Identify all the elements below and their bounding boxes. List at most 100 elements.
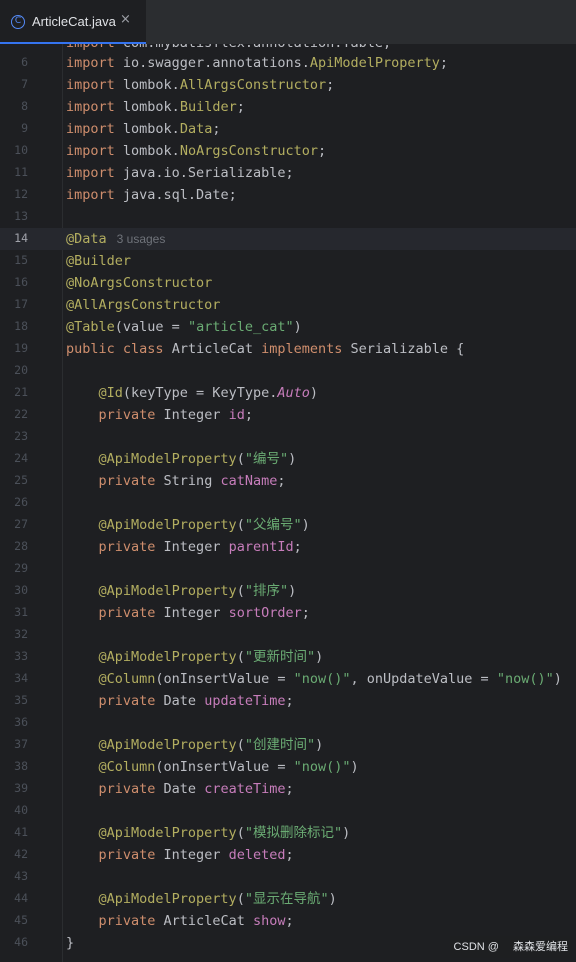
code-line[interactable]: 15 @Builder xyxy=(0,250,576,272)
code-line[interactable]: 12 import java.sql.Date; xyxy=(0,184,576,206)
code-text: @Column(onInsertValue = "now()", onUpdat… xyxy=(98,671,562,687)
line-number: 40 xyxy=(14,803,28,817)
code-line[interactable]: 34 @Column(onInsertValue = "now()", onUp… xyxy=(0,668,576,690)
code-line[interactable]: 31 private Integer sortOrder; xyxy=(0,602,576,624)
code-line[interactable]: 30 @ApiModelProperty("排序") xyxy=(0,580,576,602)
code-text: } xyxy=(66,935,75,951)
tab-articlecat-java[interactable]: C ArticleCat.java × xyxy=(0,0,146,44)
code-text: public class ArticleCat implements Seria… xyxy=(66,341,465,357)
code-line[interactable]: 26 xyxy=(0,492,576,514)
code-line[interactable]: 10 import lombok.NoArgsConstructor; xyxy=(0,140,576,162)
line-number: 12 xyxy=(14,187,28,201)
watermark: CSDN @ 森森爱编程 xyxy=(449,936,572,958)
class-icon: C xyxy=(11,15,25,29)
code-line[interactable]: 23 xyxy=(0,426,576,448)
code-line[interactable]: 27 @ApiModelProperty("父编号") xyxy=(0,514,576,536)
line-number: 27 xyxy=(14,517,28,531)
code-line[interactable]: 18 @Table(value = "article_cat") xyxy=(0,316,576,338)
code-editor[interactable]: import com.mybatisflex.annotation.Table;… xyxy=(0,44,576,962)
code-line[interactable]: 33 @ApiModelProperty("更新时间") xyxy=(0,646,576,668)
code-line[interactable]: 17 @AllArgsConstructor xyxy=(0,294,576,316)
line-number: 42 xyxy=(14,847,28,861)
line-number: 13 xyxy=(14,209,28,223)
line-number: 18 xyxy=(14,319,28,333)
line-number: 25 xyxy=(14,473,28,487)
code-text: @ApiModelProperty("排序") xyxy=(98,583,297,599)
code-text: @Data 3 usages xyxy=(66,231,166,247)
line-number: 44 xyxy=(14,891,28,905)
code-line[interactable]: 37 @ApiModelProperty("创建时间") xyxy=(0,734,576,756)
line-number: 21 xyxy=(14,385,28,399)
line-number: 10 xyxy=(14,143,28,157)
code-text: @ApiModelProperty("显示在导航") xyxy=(98,891,337,907)
code-line[interactable]: 14 @Data 3 usages xyxy=(0,228,576,250)
code-line[interactable]: 39 private Date createTime; xyxy=(0,778,576,800)
code-text: import java.io.Serializable; xyxy=(66,165,294,181)
line-number: 39 xyxy=(14,781,28,795)
line-number: 7 xyxy=(21,77,28,91)
line-number: 37 xyxy=(14,737,28,751)
code-line[interactable]: 9 import lombok.Data; xyxy=(0,118,576,140)
code-text: import java.sql.Date; xyxy=(66,187,237,203)
code-line[interactable]: 8 import lombok.Builder; xyxy=(0,96,576,118)
code-line[interactable]: 35 private Date updateTime; xyxy=(0,690,576,712)
code-line[interactable]: 19 public class ArticleCat implements Ser… xyxy=(0,338,576,360)
code-line[interactable]: 43 xyxy=(0,866,576,888)
code-line[interactable]: 36 xyxy=(0,712,576,734)
code-line[interactable]: 20 xyxy=(0,360,576,382)
line-number: 11 xyxy=(14,165,28,179)
code-text: @Table(value = "article_cat") xyxy=(66,319,302,335)
code-line[interactable]: 28 private Integer parentId; xyxy=(0,536,576,558)
line-number: 35 xyxy=(14,693,28,707)
code-line[interactable]: 44 @ApiModelProperty("显示在导航") xyxy=(0,888,576,910)
line-number: 6 xyxy=(21,55,28,69)
code-text: @Id(keyType = KeyType.Auto) xyxy=(98,385,318,401)
code-line[interactable]: 41 @ApiModelProperty("模拟删除标记") xyxy=(0,822,576,844)
code-text: private Date updateTime; xyxy=(98,693,294,709)
tab-label: ArticleCat.java xyxy=(32,14,116,29)
code-line[interactable]: 16 @NoArgsConstructor xyxy=(0,272,576,294)
line-number: 8 xyxy=(21,99,28,113)
code-line[interactable]: 38 @Column(onInsertValue = "now()") xyxy=(0,756,576,778)
code-line[interactable]: 11 import java.io.Serializable; xyxy=(0,162,576,184)
code-line[interactable]: 24 @ApiModelProperty("编号") xyxy=(0,448,576,470)
line-number: 43 xyxy=(14,869,28,883)
usages-hint[interactable]: 3 usages xyxy=(107,232,166,246)
line-number: 22 xyxy=(14,407,28,421)
code-text: @ApiModelProperty("模拟删除标记") xyxy=(98,825,351,841)
code-text: private ArticleCat show; xyxy=(98,913,294,929)
line-number: 16 xyxy=(14,275,28,289)
code-line[interactable]: 29 xyxy=(0,558,576,580)
line-number: 20 xyxy=(14,363,28,377)
code-line[interactable]: 21 @Id(keyType = KeyType.Auto) xyxy=(0,382,576,404)
line-number: 26 xyxy=(14,495,28,509)
code-text: import io.swagger.annotations.ApiModelPr… xyxy=(66,55,449,71)
code-line[interactable]: 25 private String catName; xyxy=(0,470,576,492)
code-text: private Integer sortOrder; xyxy=(98,605,310,621)
line-number: 41 xyxy=(14,825,28,839)
line-number: 45 xyxy=(14,913,28,927)
code-text: private Integer deleted; xyxy=(98,847,294,863)
close-icon[interactable]: × xyxy=(120,12,131,27)
code-line[interactable]: 7 import lombok.AllArgsConstructor; xyxy=(0,74,576,96)
code-text: @ApiModelProperty("父编号") xyxy=(98,517,310,533)
code-line[interactable]: 6 import io.swagger.annotations.ApiModelP… xyxy=(0,52,576,74)
code-text: import lombok.Builder; xyxy=(66,99,245,115)
line-number: 9 xyxy=(21,121,28,135)
code-line[interactable]: 22 private Integer id; xyxy=(0,404,576,426)
line-number: 36 xyxy=(14,715,28,729)
code-text: import lombok.NoArgsConstructor; xyxy=(66,143,327,159)
line-number: 15 xyxy=(14,253,28,267)
code-text: @Column(onInsertValue = "now()") xyxy=(98,759,359,775)
code-line[interactable]: 42 private Integer deleted; xyxy=(0,844,576,866)
code-line[interactable]: 40 xyxy=(0,800,576,822)
line-number: 38 xyxy=(14,759,28,773)
code-line[interactable]: 45 private ArticleCat show; xyxy=(0,910,576,932)
code-line[interactable]: 32 xyxy=(0,624,576,646)
code-text: private Integer parentId; xyxy=(98,539,302,555)
code-text: private Integer id; xyxy=(98,407,253,423)
code-line[interactable]: 13 xyxy=(0,206,576,228)
code-text: @ApiModelProperty("编号") xyxy=(98,451,297,467)
line-number: 14 xyxy=(14,231,28,245)
line-number: 46 xyxy=(14,935,28,949)
